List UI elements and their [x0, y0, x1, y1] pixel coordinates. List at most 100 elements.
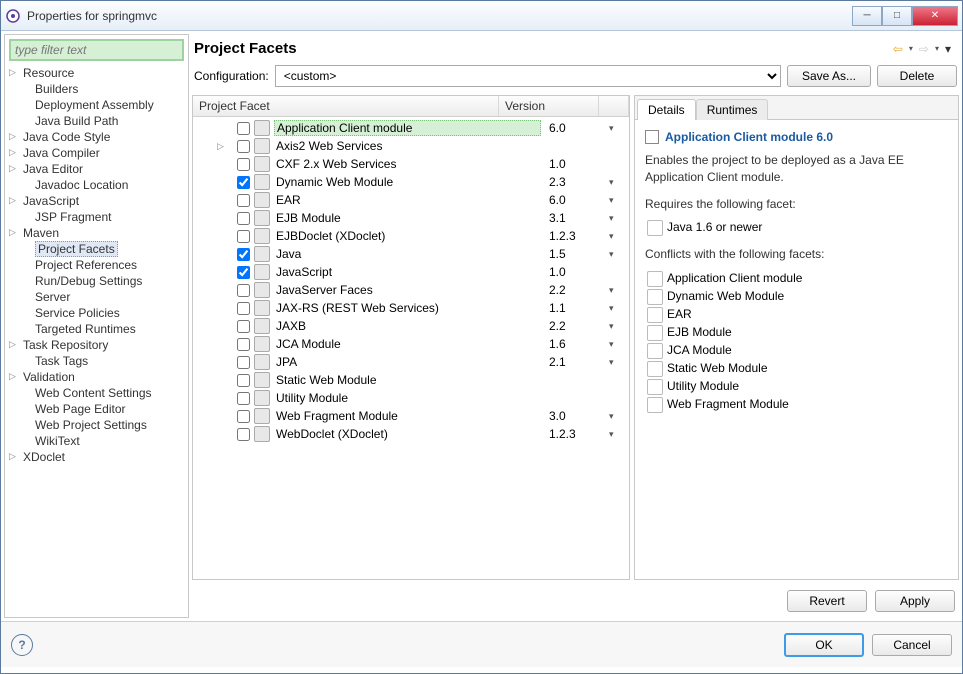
facet-checkbox[interactable] — [237, 302, 250, 315]
facet-checkbox[interactable] — [237, 194, 250, 207]
nav-item-service-policies[interactable]: Service Policies — [9, 305, 184, 321]
ok-button[interactable]: OK — [784, 633, 864, 657]
nav-item-wikitext[interactable]: WikiText — [9, 433, 184, 449]
minimize-button[interactable]: ─ — [852, 6, 882, 26]
col-version[interactable]: Version — [499, 96, 599, 116]
facet-checkbox[interactable] — [237, 428, 250, 441]
nav-item-builders[interactable]: Builders — [9, 81, 184, 97]
version-dropdown-icon[interactable]: ▾ — [609, 357, 629, 368]
facet-checkbox[interactable] — [237, 392, 250, 405]
menu-icon[interactable]: ▾ — [945, 42, 951, 56]
filter-input[interactable] — [9, 39, 184, 61]
table-row[interactable]: JAX-RS (REST Web Services)1.1▾ — [193, 299, 629, 317]
table-row[interactable]: Static Web Module — [193, 371, 629, 389]
nav-item-server[interactable]: Server — [9, 289, 184, 305]
back-menu-icon[interactable]: ▾ — [909, 44, 913, 53]
nav-item-maven[interactable]: Maven — [9, 225, 184, 241]
facet-checkbox[interactable] — [237, 230, 250, 243]
nav-item-jsp-fragment[interactable]: JSP Fragment — [9, 209, 184, 225]
nav-item-javascript[interactable]: JavaScript — [9, 193, 184, 209]
configuration-label: Configuration: — [194, 69, 269, 83]
nav-item-java-compiler[interactable]: Java Compiler — [9, 145, 184, 161]
forward-menu-icon[interactable]: ▾ — [935, 44, 939, 53]
nav-item-targeted-runtimes[interactable]: Targeted Runtimes — [9, 321, 184, 337]
nav-item-java-code-style[interactable]: Java Code Style — [9, 129, 184, 145]
version-dropdown-icon[interactable]: ▾ — [609, 303, 629, 314]
nav-item-web-content-settings[interactable]: Web Content Settings — [9, 385, 184, 401]
table-row[interactable]: ▷Axis2 Web Services — [193, 137, 629, 155]
facet-checkbox[interactable] — [237, 266, 250, 279]
table-row[interactable]: Dynamic Web Module2.3▾ — [193, 173, 629, 191]
facet-checkbox[interactable] — [237, 320, 250, 333]
back-icon[interactable]: ⇦ — [893, 42, 903, 56]
facet-checkbox[interactable] — [237, 212, 250, 225]
delete-button[interactable]: Delete — [877, 65, 957, 87]
table-row[interactable]: JPA2.1▾ — [193, 353, 629, 371]
nav-item-run-debug-settings[interactable]: Run/Debug Settings — [9, 273, 184, 289]
nav-item-java-editor[interactable]: Java Editor — [9, 161, 184, 177]
table-row[interactable]: JCA Module1.6▾ — [193, 335, 629, 353]
table-row[interactable]: EJBDoclet (XDoclet)1.2.3▾ — [193, 227, 629, 245]
module-icon — [645, 130, 659, 144]
facet-checkbox[interactable] — [237, 374, 250, 387]
nav-item-project-references[interactable]: Project References — [9, 257, 184, 273]
nav-item-javadoc-location[interactable]: Javadoc Location — [9, 177, 184, 193]
table-row[interactable]: CXF 2.x Web Services1.0 — [193, 155, 629, 173]
help-icon[interactable]: ? — [11, 634, 33, 656]
tab-runtimes[interactable]: Runtimes — [696, 99, 769, 120]
nav-item-web-project-settings[interactable]: Web Project Settings — [9, 417, 184, 433]
table-row[interactable]: Application Client module6.0▾ — [193, 119, 629, 137]
version-dropdown-icon[interactable]: ▾ — [609, 411, 629, 422]
cancel-button[interactable]: Cancel — [872, 634, 952, 656]
facet-checkbox[interactable] — [237, 158, 250, 171]
version-dropdown-icon[interactable]: ▾ — [609, 213, 629, 224]
version-dropdown-icon[interactable]: ▾ — [609, 249, 629, 260]
sidebar: ResourceBuildersDeployment AssemblyJava … — [4, 34, 189, 618]
facet-checkbox[interactable] — [237, 356, 250, 369]
facet-checkbox[interactable] — [237, 176, 250, 189]
facet-checkbox[interactable] — [237, 140, 250, 153]
nav-item-resource[interactable]: Resource — [9, 65, 184, 81]
close-button[interactable]: ✕ — [912, 6, 958, 26]
nav-item-deployment-assembly[interactable]: Deployment Assembly — [9, 97, 184, 113]
tab-details[interactable]: Details — [637, 99, 696, 120]
version-dropdown-icon[interactable]: ▾ — [609, 339, 629, 350]
version-dropdown-icon[interactable]: ▾ — [609, 123, 629, 134]
expand-icon[interactable]: ▷ — [217, 141, 224, 152]
table-row[interactable]: EAR6.0▾ — [193, 191, 629, 209]
facet-checkbox[interactable] — [237, 122, 250, 135]
version-dropdown-icon[interactable]: ▾ — [609, 429, 629, 440]
facet-icon — [254, 282, 270, 298]
table-row[interactable]: JAXB2.2▾ — [193, 317, 629, 335]
facet-checkbox[interactable] — [237, 284, 250, 297]
nav-item-validation[interactable]: Validation — [9, 369, 184, 385]
nav-item-project-facets[interactable]: Project Facets — [9, 241, 184, 257]
nav-item-java-build-path[interactable]: Java Build Path — [9, 113, 184, 129]
maximize-button[interactable]: □ — [882, 6, 912, 26]
nav-item-web-page-editor[interactable]: Web Page Editor — [9, 401, 184, 417]
version-dropdown-icon[interactable]: ▾ — [609, 285, 629, 296]
version-dropdown-icon[interactable]: ▾ — [609, 177, 629, 188]
table-row[interactable]: WebDoclet (XDoclet)1.2.3▾ — [193, 425, 629, 443]
apply-button[interactable]: Apply — [875, 590, 955, 612]
version-dropdown-icon[interactable]: ▾ — [609, 195, 629, 206]
version-dropdown-icon[interactable]: ▾ — [609, 231, 629, 242]
nav-item-xdoclet[interactable]: XDoclet — [9, 449, 184, 465]
table-row[interactable]: Utility Module — [193, 389, 629, 407]
configuration-select[interactable]: <custom> — [275, 65, 781, 87]
table-row[interactable]: JavaScript1.0 — [193, 263, 629, 281]
nav-item-task-repository[interactable]: Task Repository — [9, 337, 184, 353]
col-facet[interactable]: Project Facet — [193, 96, 499, 116]
version-dropdown-icon[interactable]: ▾ — [609, 321, 629, 332]
facet-checkbox[interactable] — [237, 338, 250, 351]
table-row[interactable]: EJB Module3.1▾ — [193, 209, 629, 227]
table-row[interactable]: Web Fragment Module3.0▾ — [193, 407, 629, 425]
forward-icon[interactable]: ⇨ — [919, 42, 929, 56]
table-row[interactable]: JavaServer Faces2.2▾ — [193, 281, 629, 299]
saveas-button[interactable]: Save As... — [787, 65, 871, 87]
facet-checkbox[interactable] — [237, 410, 250, 423]
nav-item-task-tags[interactable]: Task Tags — [9, 353, 184, 369]
revert-button[interactable]: Revert — [787, 590, 867, 612]
table-row[interactable]: Java1.5▾ — [193, 245, 629, 263]
facet-checkbox[interactable] — [237, 248, 250, 261]
